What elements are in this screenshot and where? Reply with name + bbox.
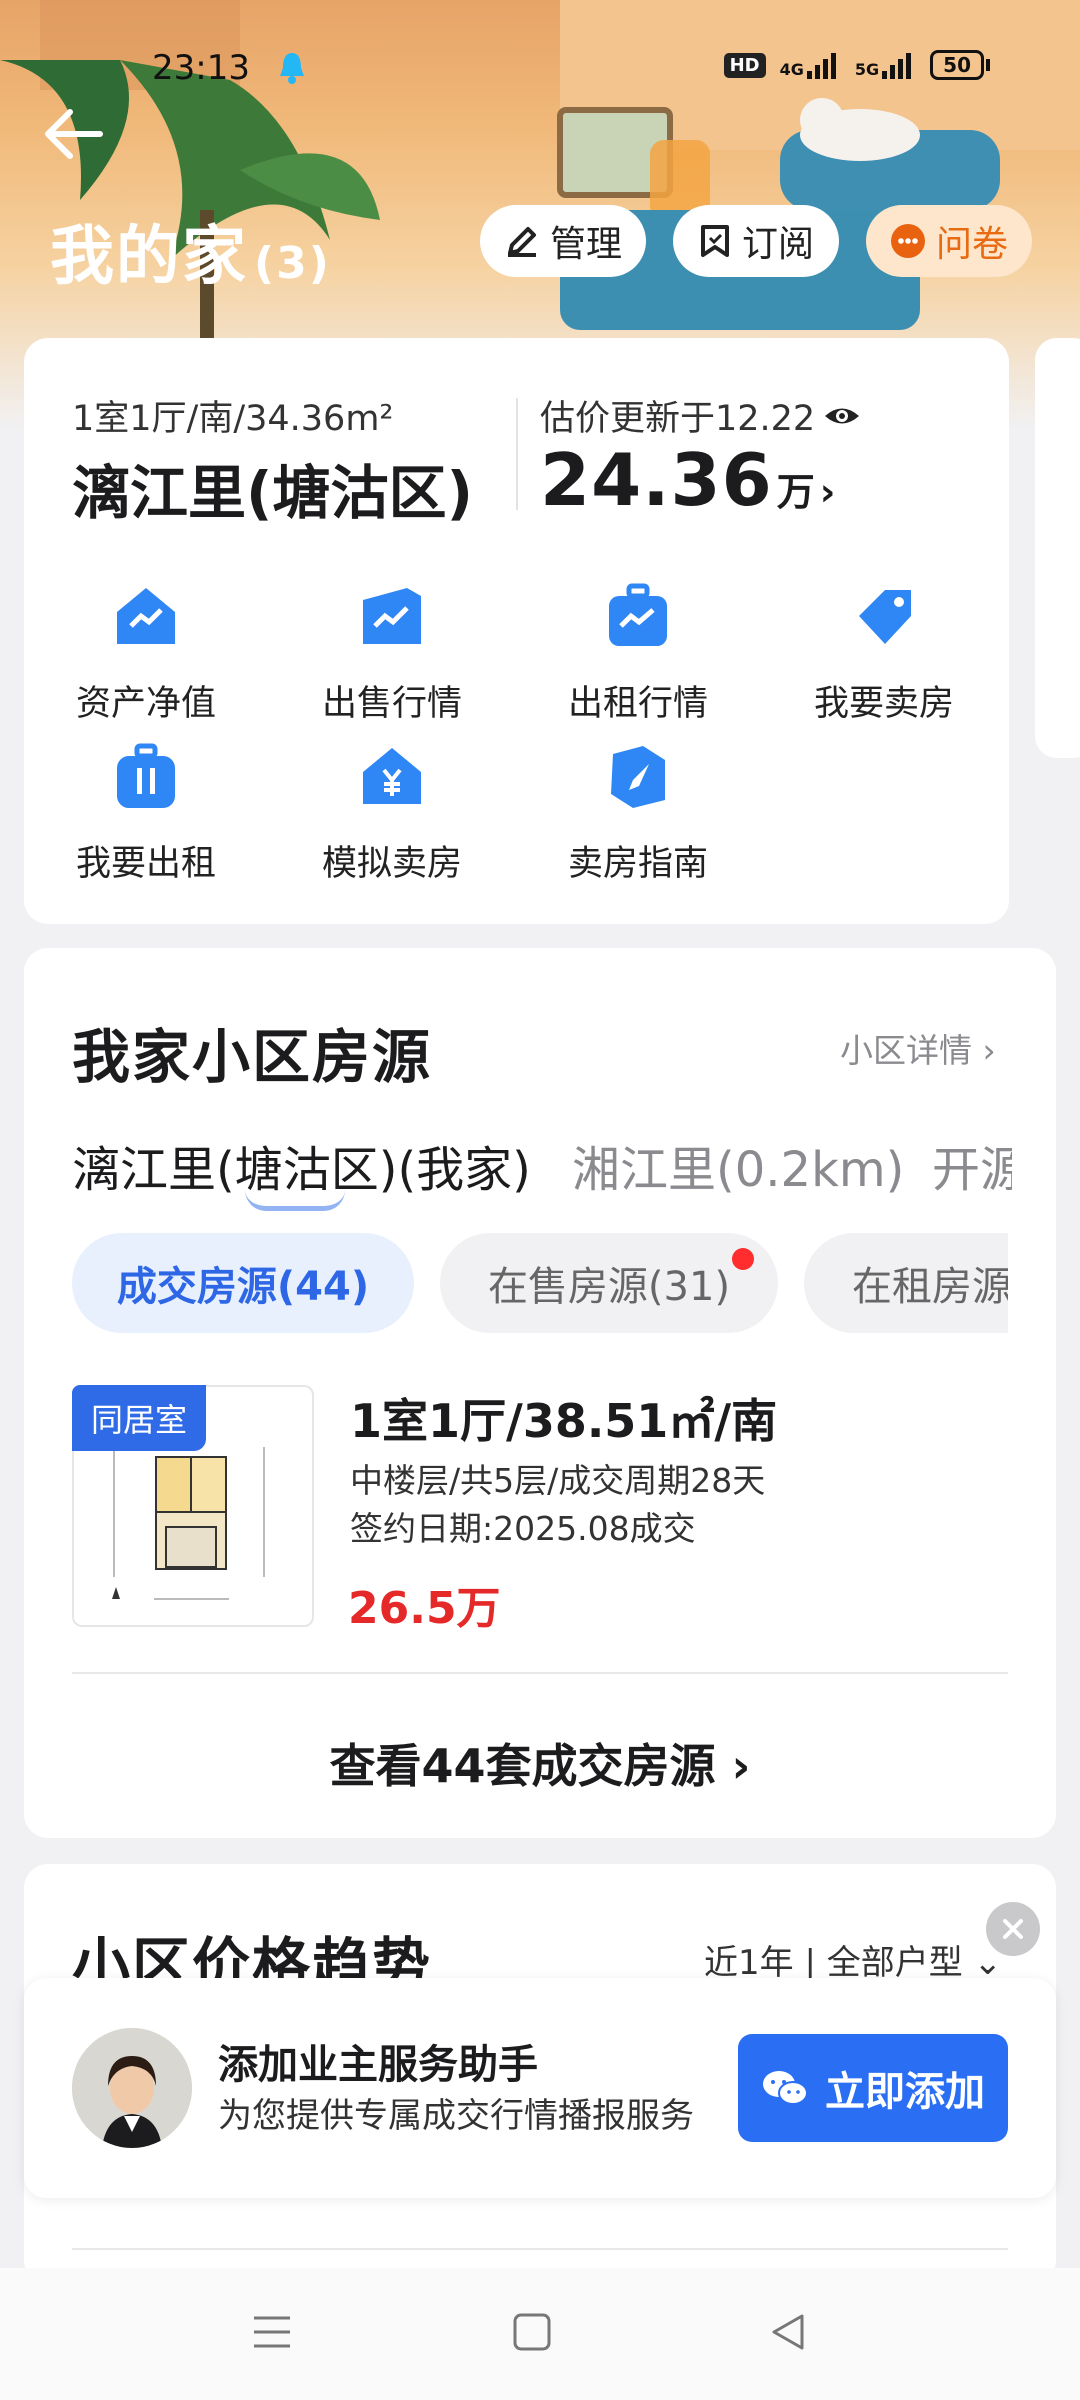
page-title: 我的家 (3) bbox=[50, 220, 331, 294]
trend-filter[interactable]: 近1年 | 全部户型 ⌄ bbox=[704, 1935, 1002, 1984]
estimate-label[interactable]: 估价更新于12.22 bbox=[540, 390, 861, 441]
manage-button[interactable]: 管理 bbox=[480, 205, 646, 277]
new-dot-badge bbox=[732, 1248, 754, 1270]
community-details-link[interactable]: 小区详情 › bbox=[840, 1024, 996, 1072]
home-square-icon[interactable] bbox=[510, 2310, 554, 2354]
chip-sold-listings[interactable]: 成交房源(44) bbox=[72, 1233, 414, 1333]
assistant-title: 添加业主服务助手 bbox=[218, 2042, 538, 2088]
same-layout-badge: 同居室 bbox=[72, 1385, 206, 1451]
suitcase-chart-icon bbox=[609, 583, 667, 646]
listing-detail-floor: 中楼层/共5层/成交周期28天 bbox=[350, 1461, 766, 1500]
home-count: (3) bbox=[254, 238, 331, 289]
clock: 23:13 bbox=[152, 48, 250, 88]
shortcut-sale-market[interactable]: 出售行情 bbox=[292, 582, 492, 726]
tab-active-indicator bbox=[245, 1190, 345, 1211]
compass-icon bbox=[611, 746, 665, 808]
chevron-right-icon: › bbox=[819, 470, 837, 514]
chip-for-rent-listings[interactable]: 在租房源 bbox=[804, 1233, 1008, 1333]
menu-icon[interactable] bbox=[250, 2310, 294, 2354]
chat-bubble-icon bbox=[890, 224, 925, 258]
listing-detail-date: 签约日期:2025.08成交 bbox=[350, 1509, 696, 1548]
chip-rent-wrapper: 在租房源 bbox=[804, 1233, 1008, 1333]
back-arrow-icon[interactable] bbox=[40, 104, 110, 164]
signal-5g-icon: 5G bbox=[855, 51, 916, 79]
divider bbox=[72, 1672, 1008, 1674]
price-tag-icon bbox=[859, 590, 911, 644]
eye-icon[interactable] bbox=[823, 403, 861, 429]
shortcut-asset-value[interactable]: 资产净值 bbox=[46, 582, 246, 726]
chip-for-sale-listings[interactable]: 在售房源(31) bbox=[440, 1233, 778, 1333]
shortcut-rent-market[interactable]: 出租行情 bbox=[538, 582, 738, 726]
battery-icon: 50 bbox=[930, 50, 990, 80]
assistant-subtitle: 为您提供专属成交行情播报服务 bbox=[218, 2096, 694, 2136]
view-all-sold-button[interactable]: 查看44套成交房源 › bbox=[0, 1730, 1080, 1796]
bookmark-icon bbox=[700, 225, 729, 257]
hd-icon: HD bbox=[723, 52, 766, 78]
shortcut-rent-out[interactable]: 我要出租 bbox=[46, 742, 246, 886]
system-nav-bar bbox=[0, 2268, 1080, 2400]
sale-chart-icon bbox=[363, 588, 421, 644]
listing-price: 26.5万 bbox=[348, 1583, 501, 1634]
community-name: 漓江里(塘沽区) bbox=[72, 459, 474, 527]
listing-title[interactable]: 1室1厅/38.51㎡/南 bbox=[350, 1385, 777, 1451]
estimated-price[interactable]: 24.36 万 › bbox=[540, 438, 836, 522]
edit-icon bbox=[507, 227, 536, 257]
tab-xiangjiangli[interactable]: 湘江里(0.2km) bbox=[572, 1130, 904, 1200]
status-bar: 23:13 HD 4G 5G 50 bbox=[0, 48, 1080, 92]
wechat-icon bbox=[763, 2071, 808, 2105]
luggage-icon bbox=[117, 743, 175, 808]
survey-button[interactable]: 问卷 bbox=[866, 205, 1032, 277]
tab-kaiyuan[interactable]: 开源 bbox=[932, 1130, 1012, 1200]
house-yuan-icon bbox=[363, 748, 421, 804]
shortcut-sale-guide[interactable]: 卖房指南 bbox=[538, 742, 738, 886]
notification-bell-icon bbox=[278, 50, 306, 93]
shortcut-sell-home[interactable]: 我要卖房 bbox=[784, 582, 984, 726]
next-home-card-peek[interactable] bbox=[1035, 338, 1080, 758]
signal-4g-icon: 4G bbox=[780, 51, 841, 79]
home-layout: 1室1厅/南/34.36m² bbox=[72, 399, 394, 439]
shortcut-simulate-sale[interactable]: 模拟卖房 bbox=[292, 742, 492, 886]
add-now-button[interactable]: 立即添加 bbox=[738, 2034, 1008, 2142]
back-triangle-icon[interactable] bbox=[766, 2310, 810, 2354]
divider bbox=[72, 2248, 1008, 2250]
close-icon[interactable] bbox=[986, 1902, 1040, 1956]
subscribe-button[interactable]: 订阅 bbox=[673, 205, 839, 277]
house-chart-icon bbox=[117, 588, 175, 644]
divider bbox=[516, 398, 518, 510]
avatar bbox=[72, 2028, 192, 2148]
section-title: 我家小区房源 bbox=[72, 1023, 433, 1091]
